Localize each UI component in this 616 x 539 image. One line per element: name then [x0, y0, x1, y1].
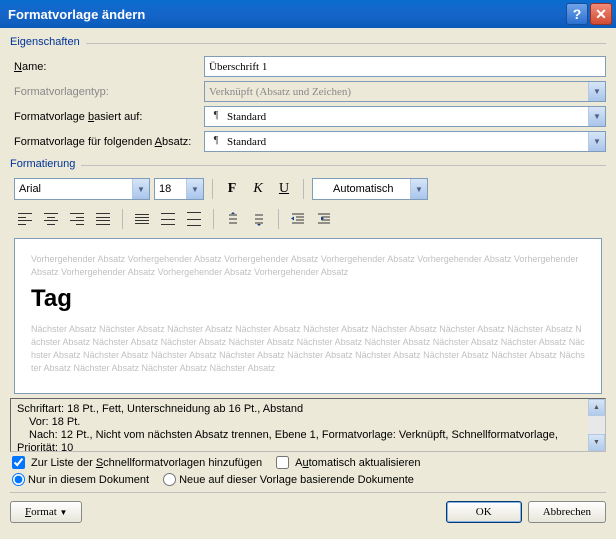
description-box: Schriftart: 18 Pt., Fett, Unterschneidun…: [10, 398, 606, 452]
italic-button[interactable]: K: [247, 178, 269, 200]
description-line: Schriftart: 18 Pt., Fett, Unterschneidun…: [17, 403, 599, 416]
name-input[interactable]: [204, 56, 606, 77]
divider: [303, 179, 304, 199]
paragraph-icon: ¶: [209, 110, 223, 124]
chevron-down-icon: ▼: [132, 179, 149, 199]
underline-button[interactable]: U: [273, 178, 295, 200]
divider: [212, 179, 213, 199]
cancel-button[interactable]: Abbrechen: [528, 501, 606, 523]
following-label: Formatvorlage für folgenden Absatz:: [14, 136, 204, 148]
following-value: Standard: [227, 136, 266, 148]
ok-button[interactable]: OK: [446, 501, 522, 523]
align-center-button[interactable]: [40, 208, 62, 230]
basedon-combo[interactable]: ¶ Standard ▼: [204, 106, 606, 127]
add-to-quick-checkbox[interactable]: Zur Liste der Schnellformatvorlagen hinz…: [12, 456, 262, 469]
basedon-label: Formatvorlage basiert auf:: [14, 111, 204, 123]
space-before-increase-button[interactable]: [222, 208, 244, 230]
help-icon: ?: [573, 6, 582, 22]
preview-after: Nächster Absatz Nächster Absatz Nächster…: [31, 323, 585, 375]
description-line: Nach: 12 Pt., Nicht vom nächsten Absatz …: [17, 429, 599, 442]
styletype-combo: Verknüpft (Absatz und Zeichen) ▼: [204, 81, 606, 102]
chevron-down-icon: ▼: [60, 508, 68, 517]
font-value: Arial: [19, 183, 41, 195]
divider: [122, 209, 123, 229]
window-title: Formatvorlage ändern: [8, 7, 564, 22]
new-docs-radio[interactable]: Neue auf dieser Vorlage basierende Dokum…: [163, 473, 414, 486]
only-this-doc-input[interactable]: [12, 473, 25, 486]
linespacing-2-button[interactable]: [183, 208, 205, 230]
section-formatting: Formatierung: [10, 158, 75, 170]
chevron-down-icon: ▼: [186, 179, 203, 199]
paragraph-icon: ¶: [209, 135, 223, 149]
size-combo[interactable]: 18 ▼: [154, 178, 204, 200]
space-before-decrease-button[interactable]: [248, 208, 270, 230]
divider: [81, 165, 606, 166]
section-properties: Eigenschaften: [10, 36, 80, 48]
preview-before: Vorhergehender Absatz Vorhergehender Abs…: [31, 253, 585, 279]
only-this-doc-radio[interactable]: Nur in diesem Dokument: [12, 473, 149, 486]
chevron-down-icon: ▼: [588, 82, 605, 101]
description-line: Vor: 18 Pt.: [17, 416, 599, 429]
linespacing-1-button[interactable]: [131, 208, 153, 230]
color-value: Automatisch: [333, 183, 394, 195]
chevron-down-icon: ▼: [588, 107, 605, 126]
color-combo[interactable]: Automatisch ▼: [312, 178, 428, 200]
align-justify-button[interactable]: [92, 208, 114, 230]
titlebar: Formatvorlage ändern ? ✕: [0, 0, 616, 28]
scrollbar[interactable]: ▲ ▼: [588, 399, 605, 451]
chevron-down-icon: ▼: [410, 179, 427, 199]
add-to-quick-input[interactable]: [12, 456, 25, 469]
preview-pane: Vorhergehender Absatz Vorhergehender Abs…: [14, 238, 602, 394]
indent-increase-button[interactable]: [313, 208, 335, 230]
close-icon: ✕: [595, 6, 607, 23]
font-combo[interactable]: Arial ▼: [14, 178, 150, 200]
align-right-button[interactable]: [66, 208, 88, 230]
linespacing-15-button[interactable]: [157, 208, 179, 230]
divider: [86, 43, 606, 44]
auto-update-checkbox[interactable]: Automatisch aktualisieren: [276, 456, 420, 469]
format-button[interactable]: Format ▼: [10, 501, 82, 523]
size-value: 18: [159, 183, 171, 195]
help-button[interactable]: ?: [566, 3, 588, 25]
description-line: Priorität: 10: [17, 442, 599, 455]
bold-button[interactable]: F: [221, 178, 243, 200]
divider: [278, 209, 279, 229]
basedon-value: Standard: [227, 111, 266, 123]
chevron-down-icon: ▼: [588, 132, 605, 151]
indent-decrease-button[interactable]: [287, 208, 309, 230]
styletype-label: Formatvorlagentyp:: [14, 86, 204, 98]
following-combo[interactable]: ¶ Standard ▼: [204, 131, 606, 152]
align-left-button[interactable]: [14, 208, 36, 230]
divider: [213, 209, 214, 229]
auto-update-input[interactable]: [276, 456, 289, 469]
preview-sample: Tag: [31, 285, 585, 313]
name-label: Name:: [14, 61, 204, 73]
scroll-down-icon[interactable]: ▼: [588, 434, 605, 451]
styletype-value: Verknüpft (Absatz und Zeichen): [209, 86, 351, 98]
scroll-up-icon[interactable]: ▲: [588, 399, 605, 416]
new-docs-input[interactable]: [163, 473, 176, 486]
close-button[interactable]: ✕: [590, 3, 612, 25]
